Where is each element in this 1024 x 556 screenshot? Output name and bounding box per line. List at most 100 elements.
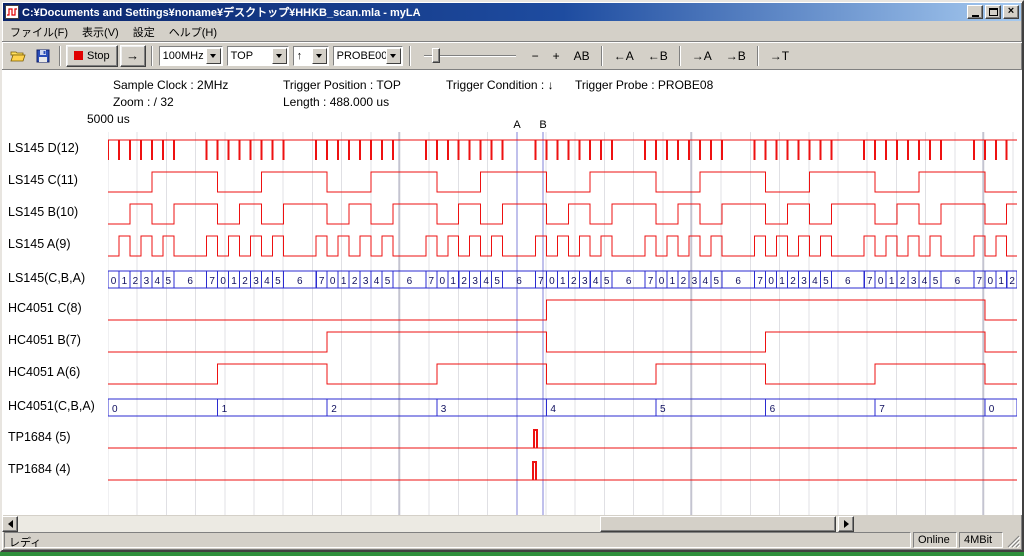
signal-label-ls145-c-11: LS145 C(11): [8, 173, 78, 187]
svg-text:5: 5: [604, 276, 610, 287]
toolbar-separator: [409, 46, 411, 66]
svg-text:3: 3: [582, 276, 588, 287]
menu-bar: ファイル(F)表示(V)設定ヘルプ(H): [2, 22, 1022, 41]
svg-text:6: 6: [770, 404, 776, 415]
sample-clock-select[interactable]: 100MHz: [159, 46, 223, 66]
svg-text:5: 5: [933, 276, 939, 287]
svg-text:7: 7: [879, 404, 885, 415]
chevron-down-icon[interactable]: [386, 48, 401, 64]
svg-text:1: 1: [889, 276, 895, 287]
svg-text:2: 2: [461, 276, 467, 287]
status-memory: 4MBit: [959, 532, 1003, 548]
svg-text:2: 2: [242, 276, 248, 287]
signal-label-ls145-a-9: LS145 A(9): [8, 237, 71, 251]
slider-thumb[interactable]: [432, 48, 440, 63]
toolbar-separator: [59, 46, 61, 66]
svg-text:6: 6: [626, 276, 632, 287]
ab-range-button[interactable]: AB: [568, 45, 596, 67]
open-file-button[interactable]: [6, 45, 29, 67]
svg-text:3: 3: [363, 276, 369, 287]
svg-text:4: 4: [593, 276, 599, 287]
marker-lines: [517, 132, 543, 515]
zoom-out-button[interactable]: −: [526, 45, 545, 67]
waveform-ls145-a-9: [108, 236, 1017, 256]
svg-text:6: 6: [407, 276, 413, 287]
svg-text:5: 5: [714, 276, 720, 287]
trigger-position-select[interactable]: TOP: [227, 46, 289, 66]
title-bar[interactable]: C:¥Documents and Settings¥noname¥デスクトップ¥…: [3, 3, 1021, 21]
chevron-down-icon[interactable]: [312, 48, 327, 64]
signal-label-hc4051-b-7: HC4051 B(7): [8, 333, 81, 347]
length-info: Length : 488.000 us: [283, 95, 389, 109]
svg-text:3: 3: [253, 276, 259, 287]
svg-text:2: 2: [133, 276, 139, 287]
move-a-right-button[interactable]: →A: [686, 45, 718, 67]
stop-button[interactable]: Stop: [66, 45, 118, 67]
goto-trigger-button[interactable]: →T: [764, 45, 795, 67]
svg-text:3: 3: [144, 276, 150, 287]
sample-clock-info: Sample Clock : 2MHz: [113, 78, 228, 92]
svg-text:7: 7: [538, 276, 544, 287]
svg-text:4: 4: [264, 276, 270, 287]
svg-text:2: 2: [900, 276, 906, 287]
scrollbar-row: [2, 515, 1022, 533]
svg-text:2: 2: [331, 404, 337, 415]
signal-label-ls145-d-12: LS145 D(12): [8, 141, 79, 155]
trigger-edge-select[interactable]: ↑: [293, 46, 329, 66]
scroll-right-button[interactable]: [838, 516, 854, 532]
svg-text:4: 4: [374, 276, 380, 287]
maximize-button[interactable]: [985, 5, 1001, 19]
scrollbar-thumb[interactable]: [600, 516, 836, 532]
toolbar-button-group: −+AB ←A←B →A→B →T: [526, 45, 795, 67]
menu-file[interactable]: ファイル(F): [3, 22, 75, 42]
chevron-down-icon[interactable]: [206, 48, 221, 64]
trigger-probe-info: Trigger Probe : PROBE08: [575, 78, 713, 92]
waveform-plot[interactable]: 0123456701234567012345670123456701234567…: [108, 116, 1017, 515]
menu-view[interactable]: 表示(V): [75, 22, 126, 42]
svg-text:7: 7: [319, 276, 325, 287]
minimize-button[interactable]: [967, 5, 983, 19]
svg-text:3: 3: [692, 276, 698, 287]
svg-text:1: 1: [670, 276, 676, 287]
svg-text:7: 7: [429, 276, 435, 287]
trigger-edge-value: ↑: [294, 50, 312, 62]
svg-text:2: 2: [790, 276, 796, 287]
toolbar-separator: [151, 46, 153, 66]
chevron-down-icon[interactable]: [272, 48, 287, 64]
signal-label-hc4051-a-6: HC4051 A(6): [8, 365, 80, 379]
svg-text:1: 1: [560, 276, 566, 287]
svg-text:5: 5: [275, 276, 281, 287]
run-button[interactable]: →: [120, 45, 146, 67]
app-window: C:¥Documents and Settings¥noname¥デスクトップ¥…: [0, 0, 1024, 552]
svg-text:5: 5: [823, 276, 829, 287]
grid: [108, 132, 1013, 515]
svg-text:7: 7: [977, 276, 983, 287]
trigger-probe-select[interactable]: PROBE00: [333, 46, 403, 66]
move-b-left-button[interactable]: ←B: [642, 45, 674, 67]
close-button[interactable]: ×: [1003, 5, 1019, 19]
app-icon: [5, 5, 19, 19]
stop-label: Stop: [87, 50, 110, 62]
svg-text:3: 3: [801, 276, 807, 287]
scroll-left-button[interactable]: [2, 516, 18, 532]
resize-grip[interactable]: [1005, 532, 1020, 548]
svg-text:5: 5: [385, 276, 391, 287]
move-a-left-button[interactable]: ←A: [608, 45, 640, 67]
svg-text:6: 6: [297, 276, 303, 287]
status-bar: レディ Online 4MBit: [4, 532, 1020, 548]
zoom-in-button[interactable]: +: [547, 45, 566, 67]
stop-icon: [74, 51, 83, 60]
minimize-icon: [972, 15, 979, 17]
marker-labels: AB: [513, 119, 546, 131]
svg-text:7: 7: [648, 276, 654, 287]
status-message: レディ: [4, 532, 911, 548]
menu-help[interactable]: ヘルプ(H): [162, 22, 224, 42]
horizontal-scrollbar[interactable]: [2, 516, 854, 532]
move-b-right-button[interactable]: →B: [720, 45, 752, 67]
svg-text:1: 1: [122, 276, 128, 287]
save-button[interactable]: [31, 45, 54, 67]
svg-text:1: 1: [450, 276, 456, 287]
window-controls: ×: [967, 5, 1019, 19]
menu-settings[interactable]: 設定: [126, 22, 162, 42]
position-slider[interactable]: [420, 45, 520, 67]
